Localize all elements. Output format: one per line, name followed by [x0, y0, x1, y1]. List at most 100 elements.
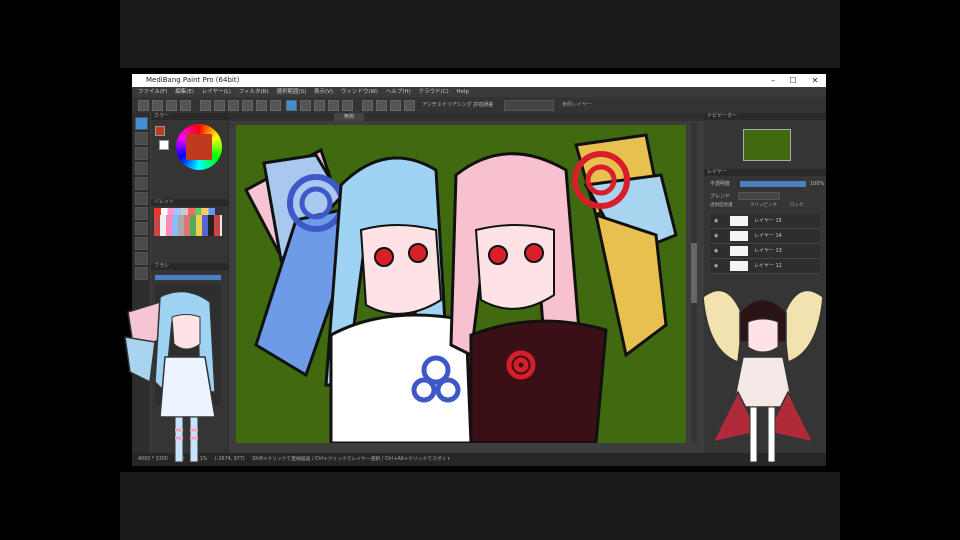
- invert-selection-icon[interactable]: [242, 100, 253, 111]
- select-tool-icon[interactable]: [135, 207, 148, 220]
- menu-layer[interactable]: レイヤー(L): [202, 89, 231, 95]
- menu-filter[interactable]: フィルタ(R): [239, 89, 269, 95]
- fill-option-2-icon[interactable]: [314, 100, 325, 111]
- menu-window[interactable]: ウィンドウ(W): [341, 89, 378, 95]
- menu-cloud[interactable]: クラウド(C): [419, 89, 449, 95]
- artwork: [243, 133, 678, 443]
- color-square[interactable]: [186, 134, 212, 160]
- minimize-button[interactable]: –: [764, 74, 782, 87]
- menu-bar: ファイル(F) 編集(E) レイヤー(L) フィルタ(R) 選択範囲(S) 表示…: [132, 87, 826, 97]
- text-tool-icon[interactable]: [135, 237, 148, 250]
- menu-view[interactable]: 表示(V): [314, 89, 333, 95]
- right-ribbon: [572, 133, 678, 358]
- fill-option-5-icon[interactable]: [362, 100, 373, 111]
- layer-name: レイヤー 13: [754, 248, 782, 254]
- antialias-label: アンチエイリアシング 許容誤差: [422, 102, 494, 108]
- layer-name: レイヤー 14: [754, 233, 782, 239]
- layer-panel-header: レイヤー: [704, 169, 826, 176]
- layer-thumbnail: [730, 246, 748, 256]
- navigator-thumbnail[interactable]: [743, 129, 791, 161]
- blend-label: ブレンド: [710, 193, 731, 200]
- fill-option-1-icon[interactable]: [300, 100, 311, 111]
- cloud-icon[interactable]: [180, 100, 191, 111]
- color-panel-header: カラー: [151, 113, 228, 120]
- dot-tool-icon[interactable]: [135, 147, 148, 160]
- reference-option[interactable]: 参照レイヤー: [562, 101, 592, 108]
- move-tool-icon[interactable]: [135, 162, 148, 175]
- palette-swatches-row2[interactable]: [154, 215, 222, 236]
- right-character-face: [474, 224, 555, 310]
- layer-row[interactable]: ◉ レイヤー 14: [710, 229, 820, 244]
- layer-row[interactable]: ◉ レイヤー 12: [710, 259, 820, 274]
- title-bar: MediBang Paint Pro (64bit) – ☐ ✕: [132, 74, 826, 87]
- menu-help[interactable]: ヘルプ(H): [386, 89, 411, 95]
- eye-icon[interactable]: ◉: [714, 244, 718, 258]
- undo-icon[interactable]: [200, 100, 211, 111]
- vertical-scrollbar[interactable]: [691, 123, 697, 443]
- menu-select[interactable]: 選択範囲(S): [276, 89, 306, 95]
- gradient-tool-icon[interactable]: [135, 192, 148, 205]
- primary-color-swatch[interactable]: [155, 126, 165, 136]
- secondary-color-swatch[interactable]: [159, 140, 169, 150]
- layer-thumbnail: [730, 216, 748, 226]
- left-eye-l: [374, 247, 394, 267]
- status-hint: Shift+クリックで直線描画 / Ctrl+クリックでレイヤー選択 / Ctr…: [252, 457, 452, 462]
- drawing-canvas[interactable]: [236, 125, 686, 443]
- brush-size-slider[interactable]: [155, 275, 221, 280]
- save-icon[interactable]: [166, 100, 177, 111]
- palette-panel-header: パレット: [151, 199, 228, 206]
- window-title: MediBang Paint Pro (64bit): [146, 76, 240, 84]
- open-file-icon[interactable]: [152, 100, 163, 111]
- fill-tool-icon[interactable]: [135, 177, 148, 190]
- layer-row[interactable]: ◉ レイヤー 13: [710, 244, 820, 259]
- blend-mode-row: ブレンド: [710, 192, 780, 200]
- eye-icon[interactable]: ◉: [714, 214, 718, 228]
- canvas-tab[interactable]: 無題: [334, 113, 365, 121]
- opacity-value: 100%: [810, 181, 825, 187]
- opacity-label: 不透明度: [710, 181, 731, 187]
- blend-select[interactable]: [737, 192, 780, 200]
- top-letterbox: [120, 0, 840, 68]
- deselect-icon[interactable]: [228, 100, 239, 111]
- opacity-slider[interactable]: [740, 181, 806, 187]
- new-file-icon[interactable]: [138, 100, 149, 111]
- protect-alpha-checkbox[interactable]: 透明度保護: [710, 202, 733, 208]
- close-button[interactable]: ✕: [806, 74, 824, 87]
- eyedropper-tool-icon[interactable]: [135, 267, 148, 280]
- opacity-control: 不透明度 100%: [710, 181, 824, 187]
- right-eye-l: [488, 245, 508, 265]
- color-wheel[interactable]: [176, 124, 222, 170]
- tolerance-field[interactable]: [504, 100, 554, 111]
- redo-icon[interactable]: [214, 100, 225, 111]
- fill-option-6-icon[interactable]: [376, 100, 387, 111]
- lock-checkbox[interactable]: ロック: [790, 202, 804, 208]
- fill-mode-icon[interactable]: [286, 100, 297, 111]
- left-character-face: [359, 224, 443, 315]
- right-character-body: [469, 319, 608, 443]
- fill-option-4-icon[interactable]: [342, 100, 353, 111]
- canvas-area: 無題: [229, 113, 704, 453]
- maximize-button[interactable]: ☐: [784, 74, 802, 87]
- hand-tool-icon[interactable]: [135, 252, 148, 265]
- clipping-checkbox[interactable]: クリッピング: [750, 202, 777, 208]
- eye-icon[interactable]: ◉: [714, 259, 718, 273]
- layer-row[interactable]: ◉ レイヤー 15: [710, 214, 820, 229]
- layer-thumbnail: [730, 231, 748, 241]
- menu-file[interactable]: ファイル(F): [138, 89, 167, 95]
- eraser-tool-icon[interactable]: [135, 132, 148, 145]
- fill-option-7-icon[interactable]: [390, 100, 401, 111]
- transform-icon[interactable]: [256, 100, 267, 111]
- menu-help-en[interactable]: Help: [456, 89, 469, 95]
- brush-panel-header: ブラシ: [151, 263, 228, 270]
- right-eye-r: [524, 243, 544, 263]
- brush-tool-icon[interactable]: [135, 117, 148, 130]
- menu-edit[interactable]: 編集(E): [175, 89, 194, 95]
- fill-option-8-icon[interactable]: [404, 100, 415, 111]
- fill-option-3-icon[interactable]: [328, 100, 339, 111]
- eye-icon[interactable]: ◉: [714, 229, 718, 243]
- scroll-thumb[interactable]: [691, 243, 697, 303]
- magic-wand-tool-icon[interactable]: [135, 222, 148, 235]
- tool-options-bar: アンチエイリアシング 許容誤差 参照レイヤー: [132, 97, 826, 113]
- left-mascot-overlay: [124, 290, 216, 463]
- snap-off-icon[interactable]: [270, 100, 281, 111]
